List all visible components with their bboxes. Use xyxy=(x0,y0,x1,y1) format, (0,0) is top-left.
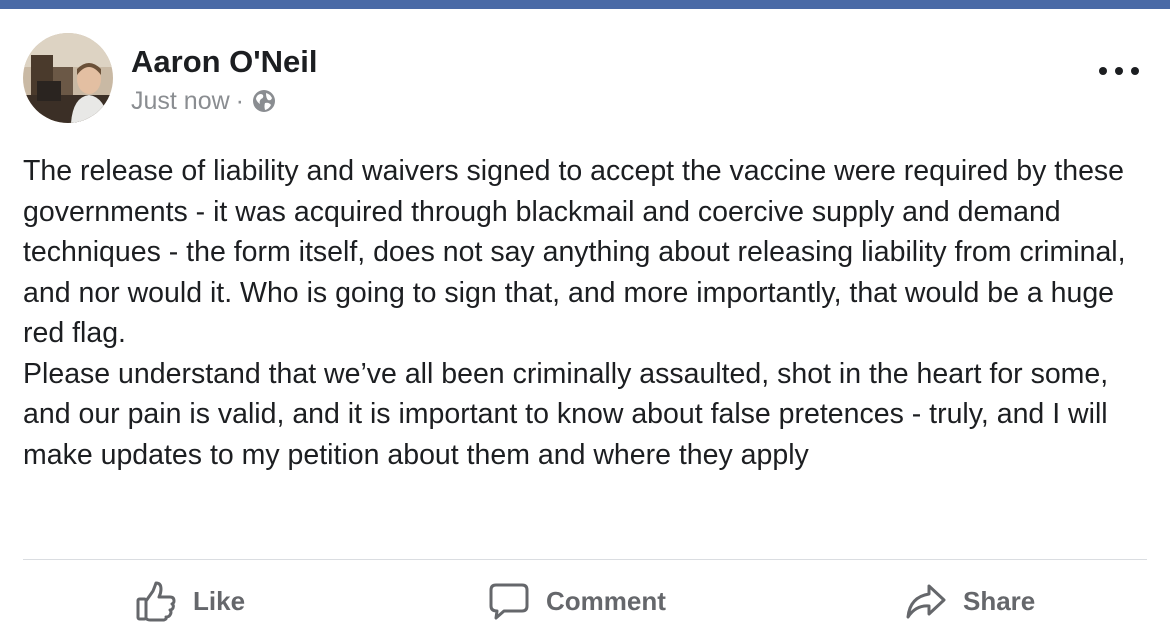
like-button[interactable]: Like xyxy=(135,578,245,624)
post-body: The release of liability and waivers sig… xyxy=(23,151,1158,475)
share-label: Share xyxy=(963,585,1036,616)
divider xyxy=(23,559,1147,560)
share-button[interactable]: Share xyxy=(905,578,1035,624)
more-options-icon[interactable] xyxy=(1099,60,1139,82)
post-paragraph: Please understand that we’ve all been cr… xyxy=(23,357,1117,471)
top-bar xyxy=(0,0,1170,9)
avatar-photo xyxy=(23,33,113,123)
comment-label: Comment xyxy=(546,585,666,616)
globe-icon xyxy=(252,89,276,113)
meta-separator: · xyxy=(235,86,244,115)
timestamp[interactable]: Just now xyxy=(131,87,230,116)
author-name[interactable]: Aaron O'Neil xyxy=(131,44,318,80)
post-meta: Just now · xyxy=(131,86,276,116)
thumbs-up-icon xyxy=(135,580,177,622)
like-label: Like xyxy=(193,585,246,616)
post-paragraph: The release of liability and waivers sig… xyxy=(23,155,1134,349)
comment-button[interactable]: Comment xyxy=(488,578,666,624)
comment-bubble-icon xyxy=(488,580,530,622)
avatar[interactable] xyxy=(23,33,113,123)
share-arrow-icon xyxy=(905,580,947,622)
